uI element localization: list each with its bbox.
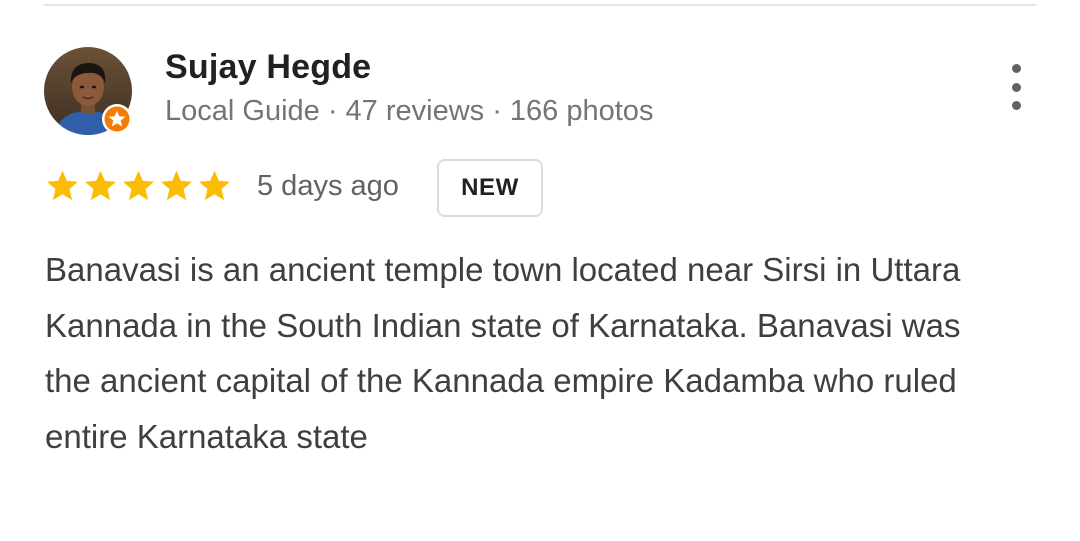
more-vertical-icon: [1011, 64, 1021, 73]
more-vertical-icon-dot: [1011, 82, 1021, 92]
review-text: Banavasi is an ancient temple town locat…: [45, 251, 961, 455]
star-icon: [199, 170, 230, 201]
star-icon: [123, 170, 154, 201]
top-divider: [44, 4, 1036, 6]
more-vertical-icon-dot: [1011, 101, 1021, 110]
star-icon: [161, 170, 192, 201]
new-badge: NEW: [437, 159, 543, 217]
star-rating: [44, 168, 233, 204]
more-options-button[interactable]: [1000, 64, 1032, 110]
local-guide-star-icon: [101, 103, 133, 135]
review-date: 5 days ago: [257, 170, 399, 202]
star-icon: [47, 170, 78, 201]
reviewer-meta: Local Guide · 47 reviews · 166 photos: [165, 95, 654, 127]
star-icon: [85, 170, 116, 201]
reviewer-name[interactable]: Sujay Hegde: [165, 48, 371, 87]
reviewer-avatar[interactable]: [44, 47, 132, 135]
